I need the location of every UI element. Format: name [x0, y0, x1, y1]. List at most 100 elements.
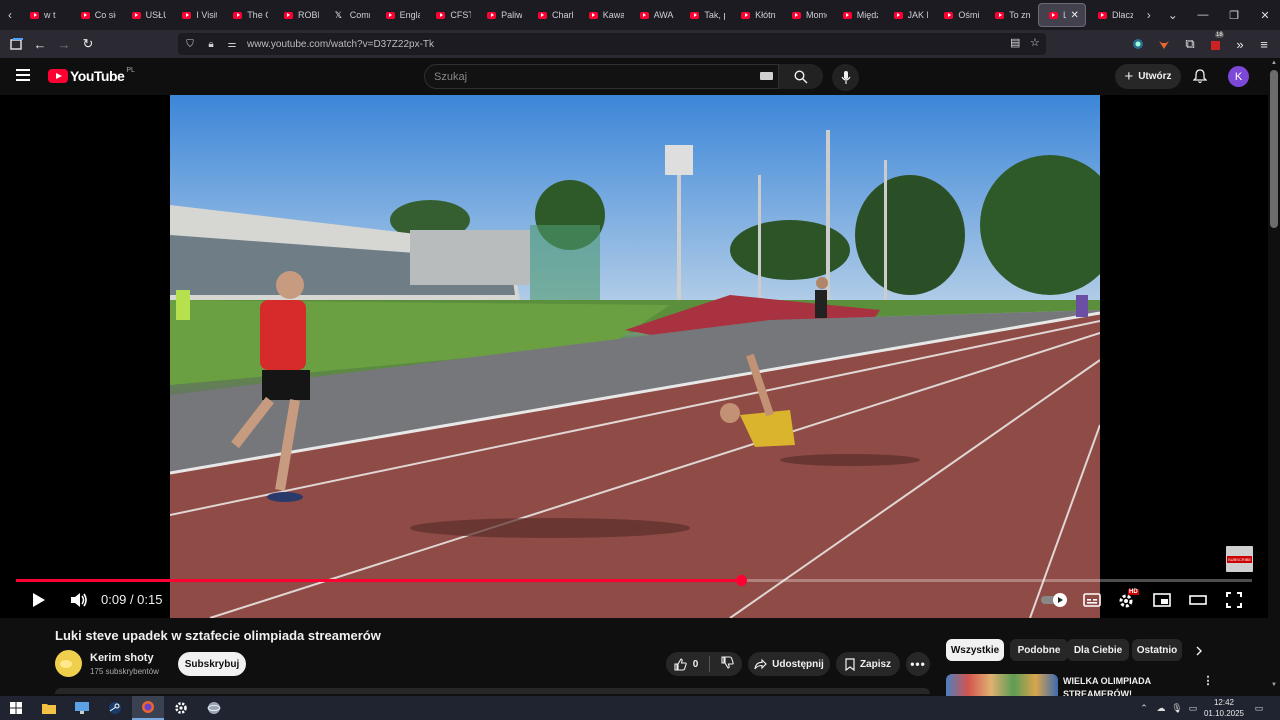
browser-tab[interactable]: Tak, p	[680, 0, 731, 30]
tab-scroll-right-icon[interactable]: ›	[1139, 8, 1159, 22]
lock-icon[interactable]: 🔒︎	[202, 39, 220, 50]
network-monitor-icon[interactable]: ▭	[1186, 700, 1200, 716]
recommended-more-vertical-icon[interactable]: ⋮	[1202, 674, 1214, 688]
forward-arrow-icon[interactable]: →	[52, 30, 76, 58]
file-explorer-icon[interactable]	[33, 696, 65, 720]
create-button[interactable]: + Utwórz	[1115, 64, 1181, 89]
reload-icon[interactable]: ↻	[76, 30, 100, 58]
autoplay-toggle[interactable]	[1038, 585, 1072, 615]
tab-scroll-left-icon[interactable]: ‹	[0, 8, 20, 22]
url-text[interactable]: www.youtube.com/watch?v=D37Z22px-Tk	[247, 39, 434, 50]
browser-tab[interactable]: Charlie	[528, 0, 579, 30]
search-input[interactable]	[434, 65, 734, 88]
clock[interactable]: 12:42 01.10.2025	[1200, 697, 1248, 719]
browser-tab[interactable]: JAK BY	[884, 0, 935, 30]
search-box[interactable]	[424, 64, 779, 89]
shield-icon[interactable]: ⛉	[181, 39, 199, 50]
account-avatar[interactable]: K	[1228, 66, 1249, 87]
address-bar[interactable]: ⛉ 🔒︎ ⚌ www.youtube.com/watch?v=D37Z22px-…	[178, 33, 1046, 55]
start-windows-icon[interactable]	[0, 696, 32, 720]
chips-next-chevron-icon[interactable]	[1190, 641, 1208, 661]
close-tab-icon[interactable]: ✕	[1071, 10, 1079, 21]
steam-icon[interactable]	[99, 696, 131, 720]
browser-tab[interactable]: Paliwo	[477, 0, 528, 30]
app-menu-icon[interactable]: ≡	[1252, 30, 1276, 58]
channel-name[interactable]: Kerim shoty	[90, 652, 154, 664]
onedrive-cloud-icon[interactable]: ☁	[1154, 700, 1168, 716]
firefox-icon[interactable]	[132, 696, 164, 720]
video-player[interactable]: SUBSCRIBE 0:09 / 0:15 HD	[0, 95, 1268, 618]
reader-view-icon[interactable]: ▤	[1010, 36, 1020, 49]
browser-tab[interactable]: w t	[20, 0, 71, 30]
settings-button[interactable]: HD	[1114, 585, 1140, 615]
browser-tab[interactable]: Kłótni	[731, 0, 782, 30]
bookmark-star-icon[interactable]: ☆	[1030, 36, 1040, 49]
recommended-video-title[interactable]: WIELKA OLIMPIADA STREAMERÓW!	[1063, 675, 1193, 697]
browser-tab[interactable]: ROBIŁ	[274, 0, 325, 30]
notifications-extension-icon[interactable]: 18	[1204, 30, 1228, 58]
browser-tab[interactable]: The G	[223, 0, 274, 30]
browser-tab[interactable]: Dlacz	[1088, 0, 1139, 30]
notifications-bell-icon[interactable]	[1190, 66, 1210, 86]
app-globe-icon[interactable]	[198, 696, 230, 720]
tray-overflow-chevron-icon[interactable]: ⌃	[1137, 700, 1151, 716]
extension-fox-icon[interactable]	[1152, 30, 1176, 58]
scroll-down-arrow-icon[interactable]: ▼	[1271, 682, 1277, 688]
filter-chip[interactable]: Podobne	[1010, 639, 1068, 661]
play-button[interactable]	[26, 585, 52, 615]
browser-tab-active[interactable]: Luk ✕	[1037, 3, 1086, 27]
like-button[interactable]: 0	[674, 657, 698, 671]
progress-bar[interactable]	[16, 575, 1252, 586]
keyboard-icon[interactable]	[760, 72, 773, 80]
filter-chip[interactable]: Wszystkie	[946, 639, 1004, 661]
subtitles-button[interactable]	[1080, 585, 1104, 615]
extensions-puzzle-icon[interactable]: ⧉	[1178, 30, 1202, 58]
more-actions-button[interactable]: •••	[906, 652, 930, 676]
description-box[interactable]	[55, 688, 930, 694]
dislike-button[interactable]	[721, 656, 734, 672]
browser-tab[interactable]: Englan	[376, 0, 427, 30]
save-label: Zapisz	[859, 658, 892, 670]
back-arrow-icon[interactable]: ←	[28, 30, 52, 58]
microphone-tray-icon[interactable]: 🎙︎	[1170, 700, 1184, 716]
search-button[interactable]	[779, 64, 823, 89]
browser-tab[interactable]: USŁUG	[122, 0, 173, 30]
channel-avatar[interactable]	[55, 650, 82, 677]
browser-tab[interactable]: AWAN	[630, 0, 681, 30]
browser-tab[interactable]: Co się	[71, 0, 122, 30]
settings-gear-taskbar-icon[interactable]	[165, 696, 197, 720]
monitor-app-icon[interactable]	[66, 696, 98, 720]
share-button[interactable]: Udostępnij	[748, 652, 830, 676]
miniplayer-button[interactable]	[1150, 585, 1174, 615]
browser-tab[interactable]: CFSTV	[426, 0, 477, 30]
voice-search-button[interactable]	[832, 64, 859, 91]
page-scrollbar-thumb[interactable]	[1270, 70, 1278, 228]
vpn-extension-icon[interactable]	[1126, 30, 1150, 58]
youtube-logo[interactable]: YouTube PL	[48, 67, 135, 84]
theater-mode-button[interactable]	[1186, 585, 1210, 615]
scroll-up-arrow-icon[interactable]: ▲	[1271, 60, 1277, 66]
volume-button[interactable]	[66, 585, 92, 615]
sidebar-toggle-icon[interactable]	[4, 30, 28, 58]
fullscreen-button[interactable]	[1222, 585, 1246, 615]
filter-chip[interactable]: Dla Ciebie	[1067, 639, 1129, 661]
overflow-chevron-icon[interactable]: »	[1228, 30, 1252, 58]
permissions-icon[interactable]: ⚌	[223, 39, 241, 50]
page-scrollbar[interactable]: ▲ ▼	[1268, 58, 1280, 696]
browser-tab[interactable]: 𝕏 Comm	[325, 0, 376, 30]
browser-tab[interactable]: Międz	[833, 0, 884, 30]
save-button[interactable]: Zapisz	[836, 652, 900, 676]
video-frame[interactable]	[170, 95, 1100, 618]
browser-tab[interactable]: Kawał	[579, 0, 630, 30]
browser-tab[interactable]: Ośmie	[934, 0, 985, 30]
recommended-video-thumbnail[interactable]	[946, 674, 1058, 696]
browser-tab[interactable]: Mome	[782, 0, 833, 30]
browser-tab[interactable]: To zm	[985, 0, 1036, 30]
notification-center-icon[interactable]: ▭	[1252, 700, 1266, 716]
subscribe-button[interactable]: Subskrybuj	[178, 652, 246, 676]
hamburger-menu-icon[interactable]	[16, 69, 30, 81]
browser-tab[interactable]: I Visit	[172, 0, 223, 30]
close-window-button[interactable]: ✕	[1242, 0, 1280, 30]
subscribe-watermark[interactable]: SUBSCRIBE	[1226, 546, 1253, 572]
filter-chip[interactable]: Ostatnio	[1132, 639, 1182, 661]
